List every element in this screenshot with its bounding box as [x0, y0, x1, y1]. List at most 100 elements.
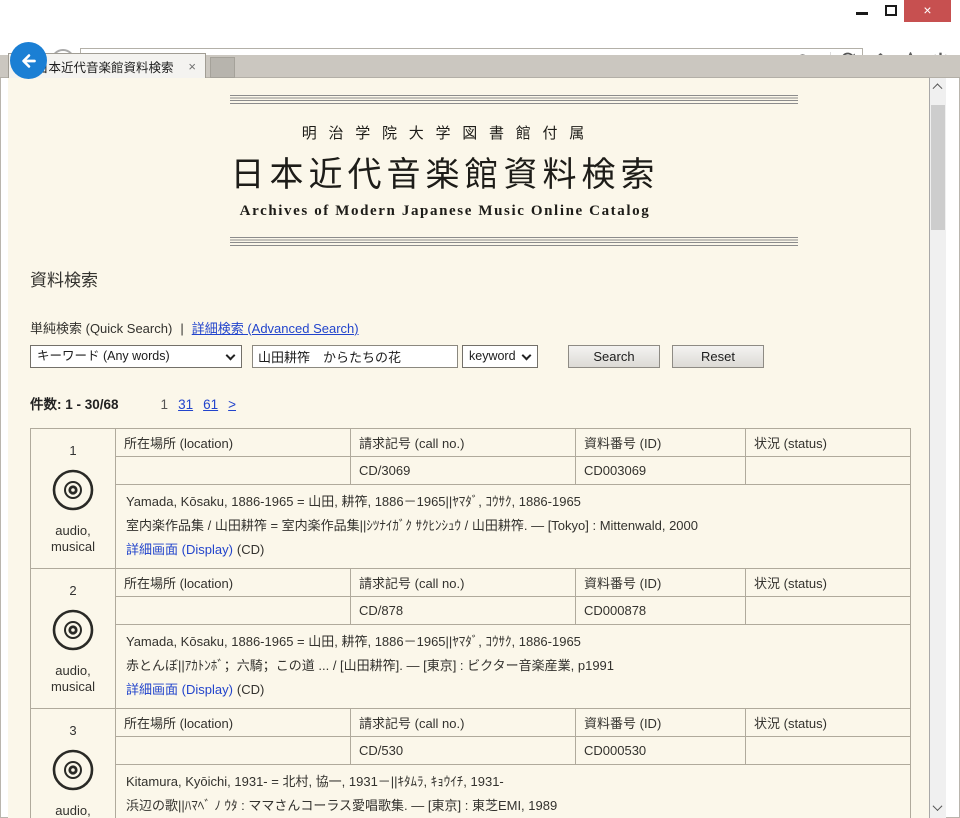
- tab-close-icon[interactable]: ×: [185, 59, 199, 74]
- record-status: [746, 737, 911, 765]
- scrollbar-thumb[interactable]: [931, 105, 945, 230]
- record-location: [116, 737, 351, 765]
- page-title: 日本近代音楽館資料検索: [30, 147, 860, 196]
- title-bar: ×: [0, 0, 960, 22]
- record-author: Yamada, Kōsaku, 1886-1965 = 山田, 耕筰, 1886…: [126, 630, 900, 654]
- record-number: 2: [39, 583, 107, 598]
- results-table: 1 audio,musical 所在場所 (location) 請求記号 (ca…: [30, 428, 911, 818]
- record-location: [116, 457, 351, 485]
- scroll-down-button[interactable]: [934, 804, 942, 812]
- chevron-down-icon: [933, 801, 943, 811]
- cd-disc-icon: [39, 467, 107, 516]
- page-subtitle: Archives of Modern Japanese Music Online…: [30, 203, 860, 220]
- col-location-header: 所在場所 (location): [116, 429, 351, 457]
- record-id: CD003069: [576, 457, 746, 485]
- cd-disc-icon: [39, 747, 107, 796]
- record-number: 1: [39, 443, 107, 458]
- arrow-left-icon: [18, 50, 40, 72]
- maximize-icon: [885, 5, 897, 16]
- record-callno: CD/3069: [351, 457, 576, 485]
- tab-title: 日本近代音楽館資料検索: [36, 57, 185, 76]
- col-status-header: 状況 (status): [746, 709, 911, 737]
- record-media-cell: 2 audio,musical: [31, 569, 116, 709]
- media-type-label: musical: [51, 679, 95, 694]
- page-link-next[interactable]: >: [228, 397, 236, 412]
- new-tab-button[interactable]: [210, 57, 235, 78]
- record-status: [746, 597, 911, 625]
- page-link-61[interactable]: 61: [203, 397, 218, 412]
- record-callno: CD/530: [351, 737, 576, 765]
- record-row: 2 audio,musical 所在場所 (location) 請求記号 (ca…: [31, 569, 911, 709]
- search-type-value: keyword: [469, 349, 516, 363]
- record-description: Kitamura, Kyōichi, 1931- = 北村, 協一, 1931－…: [116, 765, 911, 818]
- vertical-scrollbar[interactable]: [929, 78, 946, 818]
- display-link[interactable]: 詳細画面 (Display): [126, 542, 233, 557]
- col-id-header: 資料番号 (ID): [576, 429, 746, 457]
- minimize-button[interactable]: [848, 0, 876, 22]
- page-viewport: 明 治 学 院 大 学 図 書 館 付 属 日本近代音楽館資料検索 Archiv…: [8, 78, 929, 818]
- search-field-value: キーワード (Any words): [37, 349, 170, 363]
- record-number: 3: [39, 723, 107, 738]
- search-type-select[interactable]: keyword: [462, 345, 538, 368]
- record-format: (CD): [237, 542, 264, 557]
- scroll-up-button[interactable]: [934, 82, 942, 90]
- navigation-bar: e: [0, 22, 960, 55]
- col-status-header: 状況 (status): [746, 429, 911, 457]
- col-callno-header: 請求記号 (call no.): [351, 709, 576, 737]
- record-row: 1 audio,musical 所在場所 (location) 請求記号 (ca…: [31, 429, 911, 569]
- record-title: 赤とんぼ||ｱｶﾄﾝﾎﾞ；六騎；この道 ... / [山田耕筰]. — [東京]…: [126, 654, 900, 678]
- media-type-label: audio,: [55, 803, 90, 818]
- record-author: Kitamura, Kyōichi, 1931- = 北村, 協一, 1931－…: [126, 770, 900, 794]
- reset-button[interactable]: Reset: [672, 345, 764, 368]
- divider: |: [180, 321, 183, 336]
- search-query-input[interactable]: [252, 345, 458, 368]
- header-affiliation: 明 治 学 院 大 学 図 書 館 付 属: [30, 122, 860, 143]
- col-status-header: 状況 (status): [746, 569, 911, 597]
- chevron-down-icon: [226, 351, 236, 361]
- col-location-header: 所在場所 (location): [116, 709, 351, 737]
- record-media-cell: 3 audio,musical: [31, 709, 116, 818]
- col-callno-header: 請求記号 (call no.): [351, 569, 576, 597]
- record-description: Yamada, Kōsaku, 1886-1965 = 山田, 耕筰, 1886…: [116, 625, 911, 709]
- back-button[interactable]: [10, 42, 47, 79]
- record-status: [746, 457, 911, 485]
- browser-window: × e e 日本近: [0, 0, 960, 818]
- media-type-label: audio,: [55, 523, 90, 538]
- record-media-cell: 1 audio,musical: [31, 429, 116, 569]
- search-button[interactable]: Search: [568, 345, 660, 368]
- maximize-button[interactable]: [878, 0, 904, 22]
- chevron-up-icon: [933, 83, 943, 93]
- record-format: (CD): [237, 682, 264, 697]
- section-title: 資料検索: [30, 266, 929, 291]
- col-id-header: 資料番号 (ID): [576, 709, 746, 737]
- close-button[interactable]: ×: [904, 0, 951, 22]
- page-link-31[interactable]: 31: [178, 397, 193, 412]
- record-id: CD000878: [576, 597, 746, 625]
- record-location: [116, 597, 351, 625]
- chevron-down-icon: [522, 351, 532, 361]
- pagination: 1 31 61 >: [161, 397, 236, 412]
- tab-strip: e 日本近代音楽館資料検索 ×: [0, 55, 960, 78]
- media-type-label: audio,: [55, 663, 90, 678]
- record-callno: CD/878: [351, 597, 576, 625]
- record-description: Yamada, Kōsaku, 1886-1965 = 山田, 耕筰, 1886…: [116, 485, 911, 569]
- col-location-header: 所在場所 (location): [116, 569, 351, 597]
- record-row: 3 audio,musical 所在場所 (location) 請求記号 (ca…: [31, 709, 911, 818]
- col-callno-header: 請求記号 (call no.): [351, 429, 576, 457]
- display-link[interactable]: 詳細画面 (Display): [126, 682, 233, 697]
- header-rule-top: [230, 95, 798, 105]
- advanced-search-link[interactable]: 詳細検索 (Advanced Search): [192, 321, 359, 336]
- result-count: 件数: 1 - 30/68: [30, 393, 119, 413]
- minimize-icon: [856, 12, 868, 15]
- cd-disc-icon: [39, 607, 107, 656]
- page-current: 1: [161, 397, 169, 412]
- record-title: 浜辺の歌||ﾊﾏﾍﾞ ﾉ ｳﾀ : ママさんコーラス愛唱歌集. — [東京] :…: [126, 794, 900, 818]
- record-id: CD000530: [576, 737, 746, 765]
- col-id-header: 資料番号 (ID): [576, 569, 746, 597]
- record-title: 室内楽作品集 / 山田耕筰 = 室内楽作品集||ｼﾂﾅｲｶﾞｸ ｻｸﾋﾝｼｭｳ …: [126, 514, 900, 538]
- search-field-select[interactable]: キーワード (Any words): [30, 345, 242, 368]
- media-type-label: musical: [51, 539, 95, 554]
- header-rule-bottom: [230, 237, 798, 247]
- quick-search-label: 単純検索 (Quick Search): [30, 321, 172, 336]
- record-author: Yamada, Kōsaku, 1886-1965 = 山田, 耕筰, 1886…: [126, 490, 900, 514]
